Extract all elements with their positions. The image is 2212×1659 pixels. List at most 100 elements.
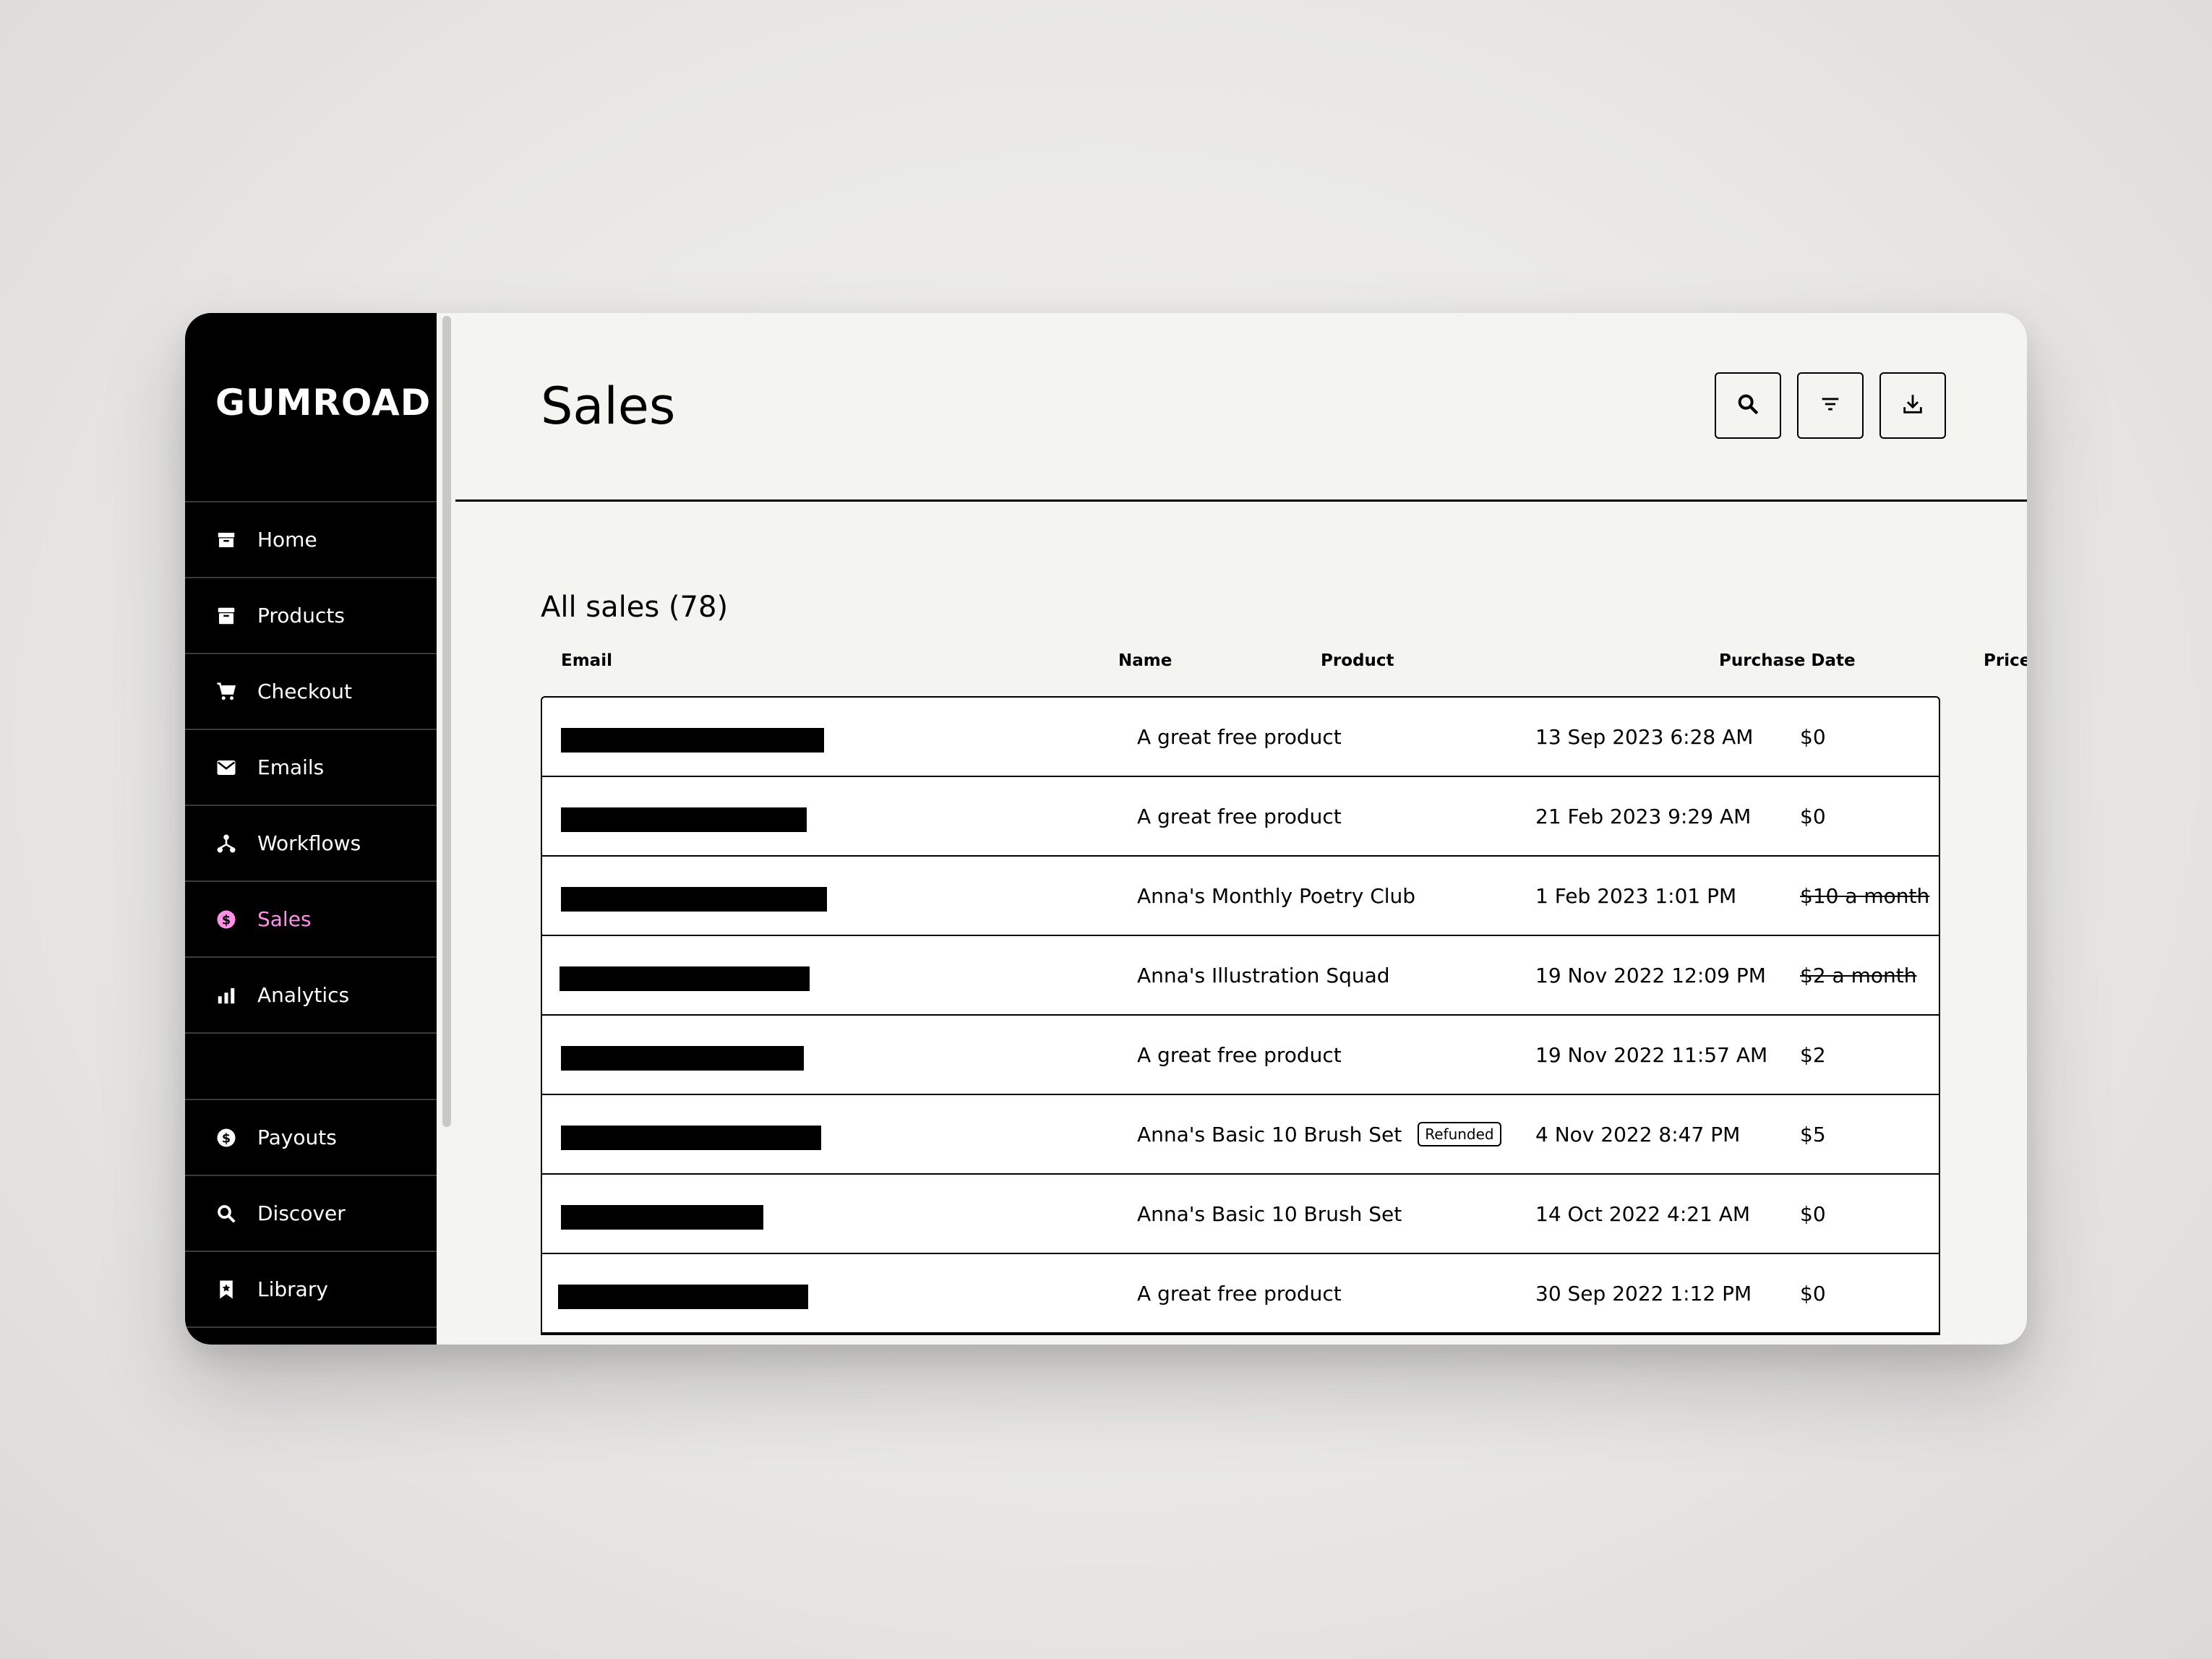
sidebar-item-payouts[interactable]: $ Payouts (185, 1100, 437, 1176)
price: $5 (1800, 1122, 1826, 1146)
purchase-date: 4 Nov 2022 8:47 PM (1535, 1122, 1741, 1146)
price: $0 (1800, 1201, 1826, 1226)
sidebar-item-label: Library (257, 1277, 328, 1301)
sidebar-item-library[interactable]: Library (185, 1252, 437, 1328)
search-button[interactable] (1715, 372, 1781, 439)
purchase-date: 13 Sep 2023 6:28 AM (1535, 724, 1754, 749)
download-icon (1900, 392, 1925, 419)
table-row[interactable]: Anna's Monthly Poetry Club 1 Feb 2023 1:0… (542, 857, 1939, 936)
bookmark-icon (215, 1279, 237, 1300)
sidebar-item-label: Analytics (257, 983, 350, 1007)
search-icon (1736, 392, 1760, 419)
purchase-date: 30 Sep 2022 1:12 PM (1535, 1281, 1752, 1306)
product-cell: A great free product (1137, 1016, 1342, 1094)
cart-icon (215, 681, 237, 703)
product-name: Anna's Illustration Squad (1137, 963, 1390, 987)
table-row[interactable]: A great free product 19 Nov 2022 11:57 AM… (542, 1016, 1939, 1095)
price: $2 a month (1800, 963, 1917, 987)
product-name: A great free product (1137, 1042, 1342, 1067)
archive-icon (215, 605, 237, 627)
table-row[interactable]: Anna's Illustration Squad 19 Nov 2022 12:… (542, 936, 1939, 1016)
purchase-date: 19 Nov 2022 11:57 AM (1535, 1042, 1768, 1067)
sidebar-item-label: Payouts (257, 1126, 337, 1149)
sidebar-item-label: Checkout (257, 680, 352, 703)
product-name: A great free product (1137, 804, 1342, 828)
sidebar-item-products[interactable]: Products (185, 578, 437, 654)
page-header: Sales (455, 313, 2027, 502)
column-header-product[interactable]: Product (1321, 651, 1394, 670)
search-icon (215, 1203, 237, 1225)
filter-button[interactable] (1797, 372, 1864, 439)
svg-text:$: $ (222, 913, 231, 927)
product-name: A great free product (1137, 724, 1342, 749)
product-cell: Anna's Basic 10 Brush Set (1137, 1175, 1402, 1253)
status-badge: Refunded (1418, 1122, 1501, 1146)
table-row[interactable]: A great free product 21 Feb 2023 9:29 AM $… (542, 777, 1939, 857)
price: $0 (1800, 804, 1826, 828)
page-title: Sales (541, 377, 676, 436)
sidebar: GUMROAD Home Products Checkout Emails Wo… (185, 313, 437, 1345)
sidebar-spacer (185, 1034, 437, 1100)
product-cell: Anna's Illustration Squad (1137, 936, 1390, 1014)
sidebar-item-sales[interactable]: $ Sales (185, 882, 437, 958)
sidebar-item-label: Emails (257, 755, 325, 779)
price: $0 (1800, 1281, 1826, 1306)
redacted-email (561, 728, 824, 753)
table-row[interactable]: A great free product 30 Sep 2022 1:12 PM $… (542, 1254, 1939, 1334)
purchase-date: 1 Feb 2023 1:01 PM (1535, 883, 1737, 908)
column-header-purchase-date[interactable]: Purchase Date (1719, 651, 1856, 670)
column-header-email[interactable]: Email (561, 651, 612, 670)
redacted-email (561, 807, 807, 832)
price: $10 a month (1800, 883, 1930, 908)
sidebar-item-workflows[interactable]: Workflows (185, 806, 437, 882)
sidebar-item-home[interactable]: Home (185, 502, 437, 578)
section-title: All sales (78) (541, 591, 729, 624)
sidebar-item-label: Sales (257, 907, 312, 931)
redacted-email (561, 1126, 821, 1150)
purchase-date: 19 Nov 2022 12:09 PM (1535, 963, 1766, 987)
sidebar-item-discover[interactable]: Discover (185, 1176, 437, 1252)
price: $2 (1800, 1042, 1826, 1067)
logo-area: GUMROAD (185, 313, 437, 502)
product-name: Anna's Basic 10 Brush Set (1137, 1201, 1402, 1226)
sidebar-scrollbar[interactable] (437, 313, 455, 1345)
product-name: Anna's Monthly Poetry Club (1137, 883, 1416, 908)
scrollbar-thumb[interactable] (442, 316, 451, 1127)
export-button[interactable] (1879, 372, 1946, 439)
purchase-date: 21 Feb 2023 9:29 AM (1535, 804, 1752, 828)
main-content: Sales All sales (78) Email Name Product … (455, 313, 2027, 1345)
product-cell: A great free product (1137, 777, 1342, 855)
column-header-price[interactable]: Price (1984, 651, 2027, 670)
dollar-circle-icon: $ (215, 909, 237, 930)
redacted-email (560, 966, 810, 991)
product-cell: Anna's Monthly Poetry Club (1137, 857, 1415, 935)
dollar-circle-icon: $ (215, 1127, 237, 1149)
purchase-date: 14 Oct 2022 4:21 AM (1535, 1201, 1751, 1226)
table-row[interactable]: Anna's Basic 10 Brush Set 14 Oct 2022 4:2… (542, 1175, 1939, 1254)
product-name: A great free product (1137, 1281, 1342, 1306)
sidebar-item-label: Products (257, 604, 345, 627)
home-icon (215, 529, 237, 551)
sales-table: A great free product 13 Sep 2023 6:28 AM $… (541, 696, 1940, 1335)
product-cell: A great free product (1137, 698, 1342, 776)
column-header-name[interactable]: Name (1118, 651, 1172, 670)
sidebar-item-checkout[interactable]: Checkout (185, 654, 437, 730)
app-window: GUMROAD Home Products Checkout Emails Wo… (185, 313, 2027, 1345)
price: $0 (1800, 724, 1826, 749)
sidebar-item-label: Discover (257, 1201, 346, 1225)
product-cell: A great free product (1137, 1254, 1342, 1332)
sidebar-item-label: Home (257, 528, 317, 552)
redacted-email (561, 1205, 763, 1230)
sidebar-item-emails[interactable]: Emails (185, 730, 437, 806)
filter-icon (1818, 392, 1843, 419)
redacted-email (561, 1046, 804, 1071)
workflow-icon (215, 833, 237, 854)
product-cell: Anna's Basic 10 Brush Set Refunded (1137, 1095, 1501, 1173)
table-row[interactable]: Anna's Basic 10 Brush Set Refunded 4 Nov 2… (542, 1095, 1939, 1175)
envelope-icon (215, 757, 237, 779)
table-row[interactable]: A great free product 13 Sep 2023 6:28 AM $… (542, 698, 1939, 777)
gumroad-logo[interactable]: GUMROAD (215, 382, 431, 424)
sidebar-item-analytics[interactable]: Analytics (185, 958, 437, 1034)
redacted-email (558, 1285, 808, 1309)
sidebar-item-label: Workflows (257, 831, 361, 855)
